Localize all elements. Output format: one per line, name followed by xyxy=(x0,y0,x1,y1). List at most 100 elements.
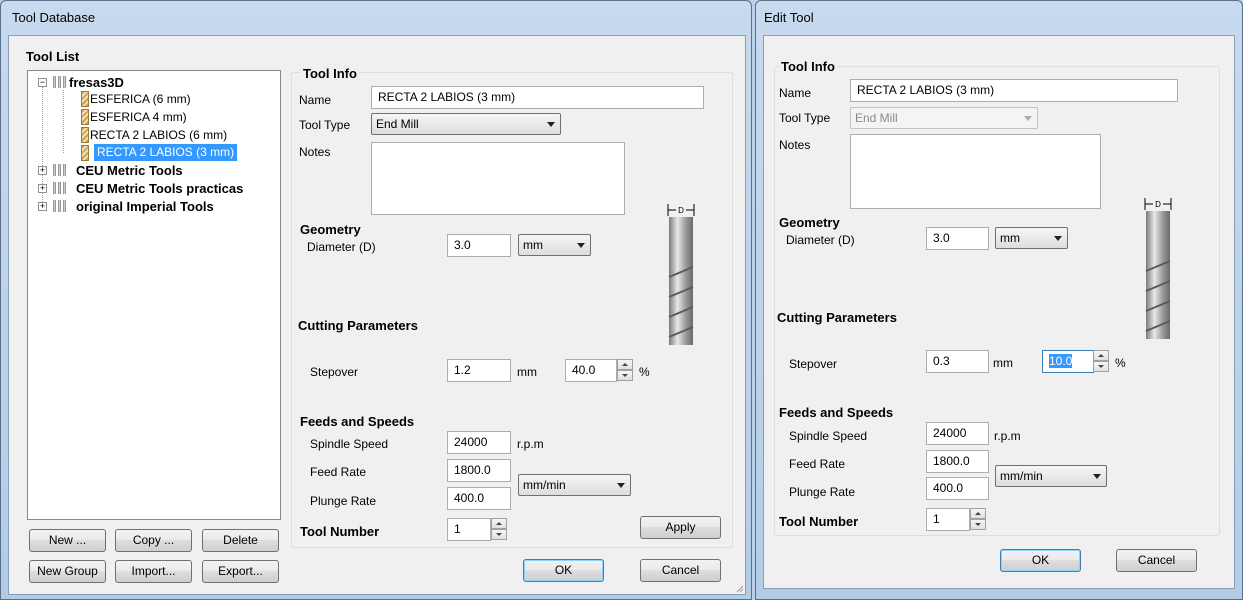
tool-number-field[interactable]: 1 xyxy=(926,508,970,531)
stepover-percent-spinner[interactable] xyxy=(617,359,634,382)
stepover-field[interactable]: 1.2 xyxy=(447,359,511,382)
spin-down-icon[interactable] xyxy=(1093,361,1109,372)
tree-item-tool[interactable]: ESFERICA 4 mm) xyxy=(90,109,187,126)
feed-rate-label: Feed Rate xyxy=(789,457,846,471)
library-icon xyxy=(52,199,66,213)
tool-number-field[interactable]: 1 xyxy=(447,518,491,541)
diameter-units-value: mm xyxy=(523,238,543,252)
tree-item-group[interactable]: fresas3D xyxy=(69,74,124,91)
library-icon xyxy=(52,163,66,177)
title-bar[interactable]: Edit Tool xyxy=(756,1,1242,31)
tool-info-label: Tool Info xyxy=(779,59,837,74)
spin-down-icon[interactable] xyxy=(491,529,507,540)
diameter-field[interactable]: 3.0 xyxy=(926,227,989,250)
library-icon xyxy=(52,181,66,195)
tool-type-value: End Mill xyxy=(376,117,419,131)
edit-tool-window: Edit Tool Tool Info Name RECTA 2 LABIOS … xyxy=(755,0,1243,600)
new-button[interactable]: New ... xyxy=(29,529,106,552)
name-field[interactable]: RECTA 2 LABIOS (3 mm) xyxy=(371,86,704,109)
percent-sign: % xyxy=(1115,356,1126,370)
feed-rate-field[interactable]: 1800.0 xyxy=(926,450,989,473)
title-bar[interactable]: Tool Database xyxy=(1,1,751,31)
spindle-speed-label: Spindle Speed xyxy=(310,437,389,451)
tool-type-select[interactable]: End Mill xyxy=(371,113,561,135)
tool-type-value: End Mill xyxy=(855,111,898,125)
tree-item-tool[interactable]: RECTA 2 LABIOS (6 mm) xyxy=(90,127,227,144)
tool-icon xyxy=(81,91,89,107)
plunge-rate-label: Plunge Rate xyxy=(310,494,377,508)
spin-up-icon[interactable] xyxy=(491,518,507,529)
stepover-percent-field[interactable]: 40.0 xyxy=(565,359,617,382)
name-field[interactable]: RECTA 2 LABIOS (3 mm) xyxy=(850,79,1178,102)
tool-number-spinner[interactable] xyxy=(491,518,508,541)
stepover-percent-field[interactable]: 10.0 xyxy=(1042,350,1094,373)
tool-icon xyxy=(81,109,89,125)
spindle-unit: r.p.m xyxy=(517,437,544,451)
export-button[interactable]: Export... xyxy=(202,560,279,583)
rate-units-select[interactable]: mm/min xyxy=(518,474,631,496)
tool-number-spinner[interactable] xyxy=(970,508,987,531)
expand-toggle[interactable]: + xyxy=(38,166,47,175)
tool-number-label: Tool Number xyxy=(300,524,380,539)
collapse-toggle[interactable]: − xyxy=(38,78,47,87)
cancel-button[interactable]: Cancel xyxy=(640,559,721,582)
rate-units-select[interactable]: mm/min xyxy=(995,465,1107,487)
resize-grip-icon[interactable] xyxy=(734,583,744,593)
tree-item-group[interactable]: original Imperial Tools xyxy=(76,198,214,215)
spindle-speed-field[interactable]: 24000 xyxy=(447,431,511,454)
tool-icon xyxy=(81,127,89,143)
tree-item-tool-selected[interactable]: RECTA 2 LABIOS (3 mm) xyxy=(94,144,238,161)
tool-type-label: Tool Type xyxy=(299,118,351,132)
copy-button[interactable]: Copy ... xyxy=(115,529,192,552)
new-group-button[interactable]: New Group xyxy=(29,560,106,583)
diameter-label: Diameter (D) xyxy=(786,233,855,247)
end-mill-diagram: D xyxy=(667,204,695,345)
expand-toggle[interactable]: + xyxy=(38,202,47,211)
chevron-down-icon xyxy=(577,243,585,248)
notes-field[interactable] xyxy=(850,134,1101,209)
spin-down-icon[interactable] xyxy=(970,519,986,530)
spindle-speed-field[interactable]: 24000 xyxy=(926,422,989,445)
tool-icon xyxy=(81,145,89,161)
spin-up-icon[interactable] xyxy=(970,508,986,519)
feed-rate-field[interactable]: 1800.0 xyxy=(447,459,511,482)
tool-tree[interactable]: − fresas3D ESFERICA (6 mm) ESFERICA 4 mm… xyxy=(27,70,281,520)
ok-button[interactable]: OK xyxy=(1000,549,1081,572)
spindle-speed-label: Spindle Speed xyxy=(789,429,868,443)
import-button[interactable]: Import... xyxy=(115,560,192,583)
diameter-label: Diameter (D) xyxy=(307,240,376,254)
diameter-units-select[interactable]: mm xyxy=(995,227,1068,249)
expand-toggle[interactable]: + xyxy=(38,184,47,193)
tree-item-group[interactable]: CEU Metric Tools practicas xyxy=(76,180,243,197)
cancel-button[interactable]: Cancel xyxy=(1116,549,1197,572)
diameter-field[interactable]: 3.0 xyxy=(447,234,511,257)
window-title: Edit Tool xyxy=(764,10,814,25)
rate-units-value: mm/min xyxy=(523,478,566,492)
tree-item-group[interactable]: CEU Metric Tools xyxy=(76,162,183,179)
tree-item-tool[interactable]: ESFERICA (6 mm) xyxy=(90,91,191,108)
ok-button[interactable]: OK xyxy=(523,559,604,582)
window-title: Tool Database xyxy=(12,10,96,25)
delete-button[interactable]: Delete xyxy=(202,529,279,552)
spin-up-icon[interactable] xyxy=(617,359,633,370)
stepover-field[interactable]: 0.3 xyxy=(926,350,989,373)
spin-down-icon[interactable] xyxy=(617,370,633,381)
stepover-label: Stepover xyxy=(789,357,838,371)
stepover-label: Stepover xyxy=(310,365,359,379)
diameter-units-select[interactable]: mm xyxy=(518,234,591,256)
library-icon xyxy=(52,75,66,89)
plunge-rate-field[interactable]: 400.0 xyxy=(926,477,989,500)
stepover-percent-spinner[interactable] xyxy=(1093,350,1110,373)
feeds-speeds-label: Feeds and Speeds xyxy=(779,405,894,420)
apply-button[interactable]: Apply xyxy=(640,516,721,539)
notes-field[interactable] xyxy=(371,142,625,215)
tool-type-select[interactable]: End Mill xyxy=(850,107,1038,129)
plunge-rate-field[interactable]: 400.0 xyxy=(447,487,511,510)
tool-list-label: Tool List xyxy=(26,49,80,64)
notes-label: Notes xyxy=(779,138,811,152)
spin-up-icon[interactable] xyxy=(1093,350,1109,361)
cutting-parameters-label: Cutting Parameters xyxy=(298,318,418,333)
geometry-label: Geometry xyxy=(300,222,361,237)
edit-tool-client: Tool Info Name RECTA 2 LABIOS (3 mm) Too… xyxy=(763,35,1235,589)
cutting-parameters-label: Cutting Parameters xyxy=(777,310,897,325)
